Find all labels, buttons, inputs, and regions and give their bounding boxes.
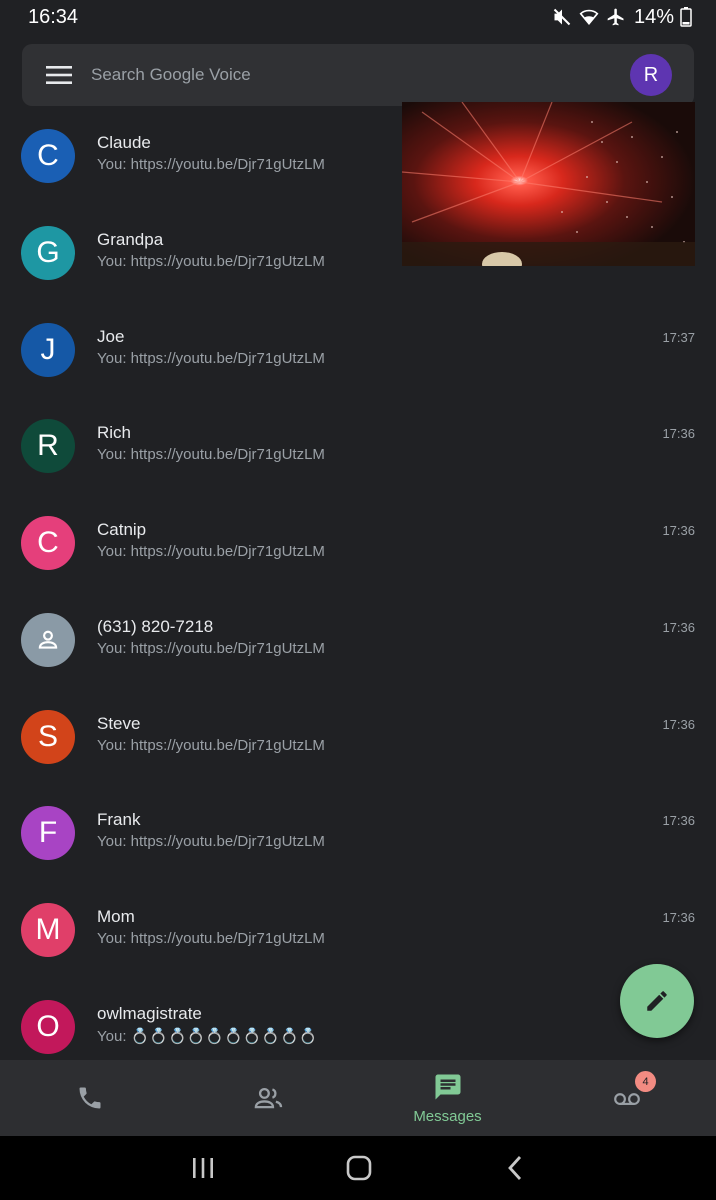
contact-avatar: C — [21, 516, 75, 570]
status-time: 16:34 — [28, 6, 79, 28]
wifi-icon — [579, 9, 599, 25]
search-bar[interactable]: Search Google Voice R — [22, 44, 694, 106]
contact-name: Joe — [97, 327, 125, 346]
message-time: 17:36 — [662, 717, 695, 732]
contact-name: Rich — [97, 423, 132, 442]
message-snippet: You: 💍💍💍💍💍💍💍💍💍💍 — [97, 1028, 318, 1045]
voicemail-count-badge: 4 — [635, 1071, 656, 1092]
conversation-row-joe[interactable]: J Joe You: https://youtu.be/Djr71gUtzLM … — [0, 302, 716, 398]
phone-icon — [79, 1087, 100, 1109]
tab-calls[interactable] — [0, 1060, 179, 1136]
contact-name: Catnip — [97, 520, 147, 539]
contact-avatar: G — [21, 226, 75, 280]
contact-name: Steve — [97, 714, 141, 733]
message-snippet: You: https://youtu.be/Djr71gUtzLM — [97, 543, 325, 560]
message-time: 17:36 — [662, 523, 695, 538]
conversation-row-phone-number[interactable]: (631) 820‑7218 You: https://youtu.be/Djr… — [0, 592, 716, 688]
battery-percent: 14% — [633, 5, 674, 28]
video-frame-image — [402, 102, 695, 266]
person-icon — [38, 630, 58, 649]
message-snippet: You: https://youtu.be/Djr71gUtzLM — [97, 930, 325, 947]
tab-contacts[interactable] — [179, 1060, 358, 1136]
contact-name: owlmagistrate — [97, 1004, 202, 1023]
message-time: 17:36 — [662, 813, 695, 828]
video-pip-player[interactable] — [402, 102, 695, 266]
contact-avatar: J — [21, 323, 75, 377]
home-icon[interactable] — [345, 1154, 373, 1182]
message-snippet: You: https://youtu.be/Djr71gUtzLM — [97, 833, 325, 850]
conversation-row-catnip[interactable]: C Catnip You: https://youtu.be/Djr71gUtz… — [0, 495, 716, 591]
status-icons: 14% — [552, 5, 692, 29]
conversation-row-owlmagistrate[interactable]: O owlmagistrate You: 💍💍💍💍💍💍💍💍💍💍 — [0, 979, 716, 1060]
message-time: 17:36 — [662, 426, 695, 441]
contacts-icon — [254, 1087, 282, 1109]
mute-icon — [553, 8, 571, 26]
tab-messages-label: Messages — [413, 1108, 482, 1125]
message-snippet: You: https://youtu.be/Djr71gUtzLM — [97, 156, 325, 173]
conversation-row-mom[interactable]: M Mom You: https://youtu.be/Djr71gUtzLM … — [0, 882, 716, 978]
message-icon — [435, 1074, 460, 1100]
message-snippet: You: https://youtu.be/Djr71gUtzLM — [97, 253, 325, 270]
message-time: 17:37 — [662, 330, 695, 345]
bottom-navigation: Messages — [0, 1060, 716, 1136]
airplane-icon — [607, 8, 624, 26]
message-snippet: You: https://youtu.be/Djr71gUtzLM — [97, 640, 325, 657]
contact-avatar: F — [21, 806, 75, 860]
message-snippet: You: https://youtu.be/Djr71gUtzLM — [97, 737, 325, 754]
contact-name: Frank — [97, 810, 141, 829]
recent-apps-icon[interactable] — [190, 1154, 216, 1182]
contact-avatar: S — [21, 710, 75, 764]
account-avatar[interactable]: R — [630, 54, 672, 96]
battery-icon — [680, 7, 692, 27]
contact-name: Grandpa — [97, 230, 164, 249]
contact-name: Claude — [97, 133, 151, 152]
status-bar: 16:34 14% — [0, 0, 716, 34]
contact-name: Mom — [97, 907, 135, 926]
conversation-row-steve[interactable]: S Steve You: https://youtu.be/Djr71gUtzL… — [0, 689, 716, 785]
contact-name: (631) 820‑7218 — [97, 617, 214, 636]
contact-avatar: O — [21, 1000, 75, 1054]
pencil-icon — [647, 991, 667, 1011]
search-input[interactable]: Search Google Voice — [91, 65, 251, 85]
message-time: 17:36 — [662, 620, 695, 635]
conversation-row-rich[interactable]: R Rich You: https://youtu.be/Djr71gUtzLM… — [0, 398, 716, 494]
new-message-button[interactable] — [620, 964, 694, 1038]
contact-avatar: M — [21, 903, 75, 957]
tab-voicemail[interactable] — [537, 1060, 716, 1136]
conversation-row-frank[interactable]: F Frank You: https://youtu.be/Djr71gUtzL… — [0, 785, 716, 881]
back-icon[interactable] — [503, 1154, 529, 1182]
contact-avatar: R — [21, 419, 75, 473]
system-navigation-bar — [0, 1136, 716, 1200]
contact-avatar — [21, 613, 75, 667]
message-snippet: You: https://youtu.be/Djr71gUtzLM — [97, 350, 325, 367]
message-snippet: You: https://youtu.be/Djr71gUtzLM — [97, 446, 325, 463]
message-time: 17:36 — [662, 910, 695, 925]
contact-avatar: C — [21, 129, 75, 183]
tab-messages[interactable]: Messages — [358, 1060, 537, 1136]
menu-icon[interactable] — [44, 63, 74, 87]
